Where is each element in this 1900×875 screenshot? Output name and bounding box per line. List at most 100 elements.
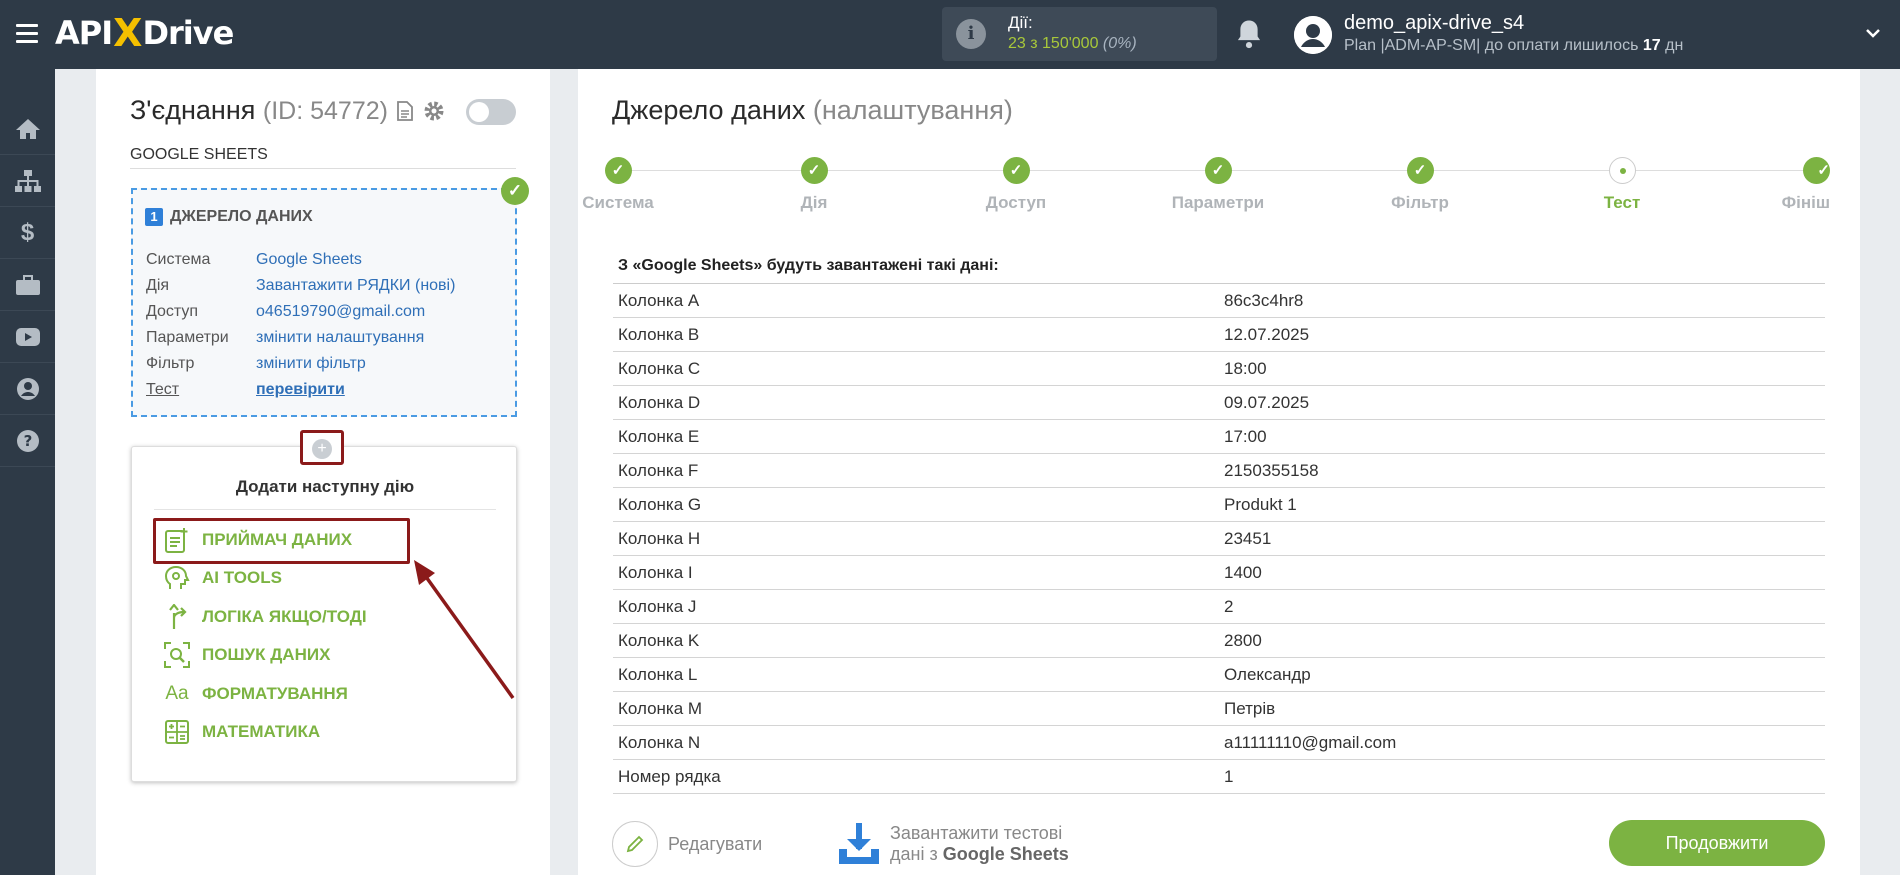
row-name: Колонка A (618, 291, 700, 310)
source-block[interactable]: 1 ДЖЕРЕЛО ДАНИХ Система Google Sheets Дія З… (131, 188, 517, 417)
plan-suffix: дн (1665, 37, 1684, 54)
table-row: Колонка L Олександр (613, 658, 1825, 692)
step-test[interactable]: Тест (1552, 157, 1692, 213)
download-line1: Завантажити тестові (890, 823, 1063, 843)
sidebar-item-home[interactable] (0, 103, 55, 155)
table-row: Колонка E 17:00 (613, 420, 1825, 454)
add-search-button[interactable]: ПОШУК ДАНИХ (164, 642, 330, 668)
row-name: Номер рядка (618, 767, 721, 786)
add-item-label: МАТЕМАТИКА (202, 722, 321, 741)
row-name: Колонка L (618, 665, 698, 684)
add-item-label: ЛОГІКА ЯКЩО/ТОДІ (202, 607, 367, 626)
table-heading: З «Google Sheets» будуть завантажені так… (618, 257, 999, 274)
continue-button[interactable]: Продовжити (1609, 820, 1825, 866)
download-test-data-button[interactable]: Завантажити тестові дані з Google Sheets (836, 821, 1069, 867)
table-row: Колонка N a11111110@gmail.com (613, 726, 1825, 760)
source-key: Параметри (146, 329, 229, 346)
step-access[interactable]: ✓ Доступ (946, 157, 1086, 213)
table-row: Колонка B 12.07.2025 (613, 318, 1825, 352)
connection-toggle[interactable] (466, 99, 516, 125)
table-row: Колонка C 18:00 (613, 352, 1825, 386)
source-value-link[interactable]: Google Sheets (256, 251, 362, 268)
step-done-icon: ✓ (604, 157, 632, 184)
source-row-filter: Фільтр змінити фільтр (146, 355, 366, 373)
add-math-button[interactable]: МАТЕМАТИКА (164, 719, 320, 745)
row-value: 09.07.2025 (1224, 393, 1310, 412)
source-value-link[interactable]: змінити фільтр (256, 355, 366, 372)
source-heading-text: ДЖЕРЕЛО ДАНИХ (170, 208, 313, 225)
row-name: Колонка K (618, 631, 700, 650)
step-done-icon: ✓ (1002, 157, 1030, 184)
table-row: Колонка F 2150355158 (613, 454, 1825, 488)
sidebar-item-account[interactable] (0, 363, 55, 415)
step-system[interactable]: ✓ Система (548, 157, 688, 213)
step-label: Доступ (985, 193, 1047, 212)
gear-icon[interactable] (423, 100, 445, 122)
row-value: 18:00 (1224, 359, 1267, 378)
step-params[interactable]: ✓ Параметри (1148, 157, 1288, 213)
table-row: Колонка H 23451 (613, 522, 1825, 556)
plan-days: 17 (1642, 37, 1661, 54)
step-finish[interactable]: ✓ Фініш (1730, 157, 1830, 213)
sidebar: $ ? (0, 69, 55, 875)
sidebar-item-help[interactable]: ? (0, 415, 55, 467)
actions-counter[interactable]: i Дії: 23 з 150'000 (0%) (942, 7, 1217, 61)
user-icon (16, 377, 39, 400)
add-item-label: AI TOOLS (202, 568, 282, 587)
row-name: Колонка N (618, 733, 701, 752)
search-data-icon (164, 642, 190, 668)
bell-icon[interactable] (1234, 18, 1264, 50)
download-line2-bold: Google Sheets (942, 844, 1069, 864)
logo[interactable]: API X Drive (55, 11, 234, 55)
chevron-down-icon[interactable] (1864, 24, 1882, 42)
add-format-button[interactable]: Aa ФОРМАТУВАННЯ (164, 681, 348, 707)
row-value: 1400 (1224, 563, 1262, 582)
source-value-link[interactable]: Завантажити РЯДКИ (нові) (256, 277, 455, 294)
add-logic-button[interactable]: ЛОГІКА ЯКЩО/ТОДІ (164, 604, 367, 630)
source-row-access: Доступ o46519790@gmail.com (146, 303, 425, 321)
step-done-icon: ✓ (1406, 157, 1434, 184)
source-key: Доступ (146, 303, 199, 320)
edit-button[interactable]: Редагувати (612, 820, 772, 868)
row-name: Колонка I (618, 563, 693, 582)
sidebar-item-connections[interactable] (0, 155, 55, 207)
row-name: Колонка M (618, 699, 703, 718)
step-action[interactable]: ✓ Дія (744, 157, 884, 213)
add-action-button[interactable]: + (300, 430, 344, 465)
table-row: Колонка J 2 (613, 590, 1825, 624)
row-name: Колонка D (618, 393, 701, 412)
branch-icon (164, 604, 190, 630)
avatar[interactable] (1294, 16, 1332, 54)
document-icon[interactable] (397, 101, 414, 121)
add-item-label: ПОШУК ДАНИХ (202, 645, 331, 664)
sidebar-item-billing[interactable]: $ (0, 207, 55, 259)
actions-count-value: 23 з 150'000 (1008, 35, 1099, 52)
math-icon (164, 719, 190, 745)
download-icon (839, 823, 879, 864)
data-source-panel: Джерело даних (налаштування) ✓ Система ✓ Д… (578, 69, 1860, 875)
add-action-title: Додати наступну дію (235, 477, 415, 496)
divider (154, 509, 496, 510)
step-label: Дія (800, 193, 828, 212)
ai-head-icon (164, 565, 190, 591)
source-value-link[interactable]: o46519790@gmail.com (256, 303, 425, 320)
step-filter[interactable]: ✓ Фільтр (1350, 157, 1490, 213)
user-name[interactable]: demo_apix-drive_s4 (1344, 12, 1524, 35)
page-title-text: Джерело даних (612, 95, 806, 125)
step-label: Параметри (1171, 193, 1265, 212)
connection-id: (ID: 54772) (262, 97, 388, 125)
download-line2-prefix: дані з (890, 844, 938, 864)
source-value-link[interactable]: змінити налаштування (256, 329, 424, 346)
menu-icon[interactable] (16, 24, 38, 44)
page-title: Джерело даних (налаштування) (612, 95, 1013, 126)
source-key: Фільтр (146, 355, 195, 372)
row-name: Колонка F (618, 461, 699, 480)
check-icon: ✓ (501, 177, 529, 205)
sidebar-item-video[interactable] (0, 311, 55, 363)
info-icon: i (956, 19, 986, 49)
source-row-action: Дія Завантажити РЯДКИ (нові) (146, 277, 455, 295)
sidebar-item-tools[interactable] (0, 259, 55, 311)
test-link[interactable]: перевірити (256, 381, 345, 398)
row-name: Колонка E (618, 427, 700, 446)
add-ai-tools-button[interactable]: AI TOOLS (164, 565, 282, 591)
